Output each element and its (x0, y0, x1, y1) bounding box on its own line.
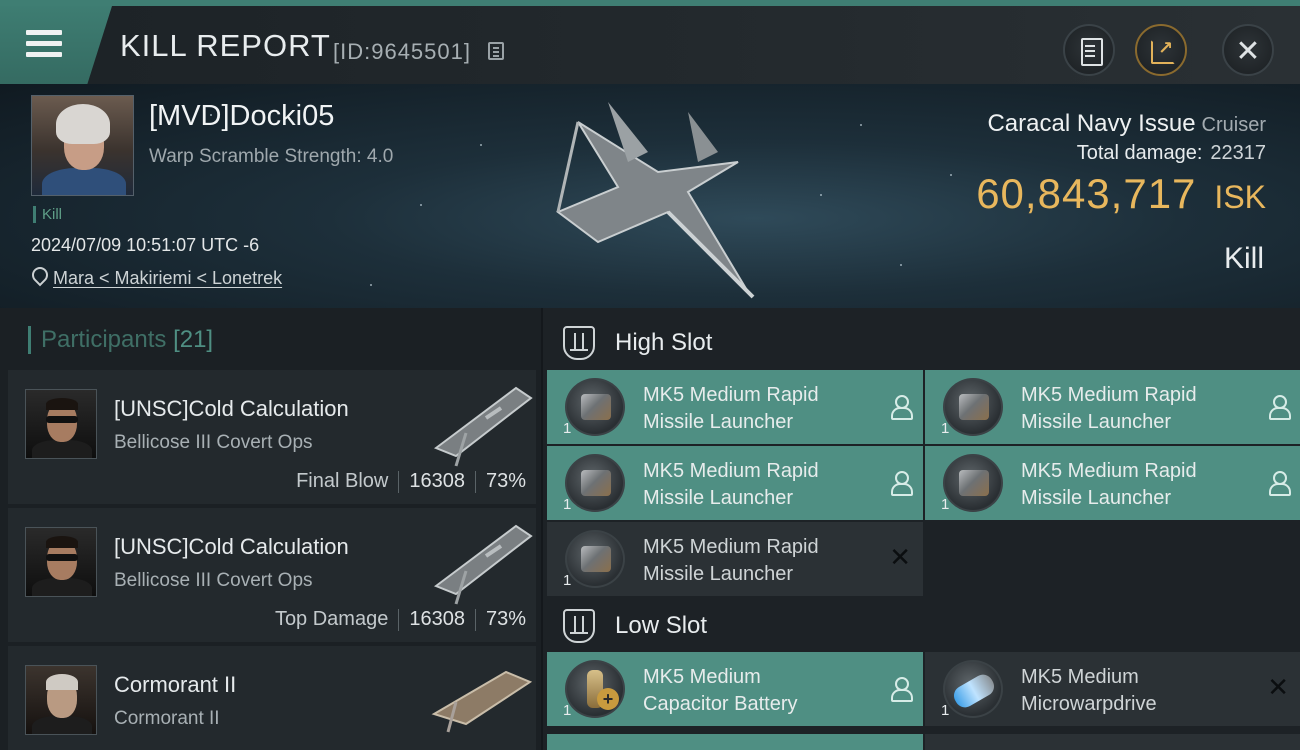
module-quantity: 1 (941, 496, 950, 513)
participants-panel: Participants [21] [UNSC]Cold Calculation… (0, 308, 541, 750)
module-item[interactable]: 1 MK5 Medium Rapid Missile Launcher ✕ (547, 522, 923, 596)
capacitor-battery-icon (565, 660, 625, 718)
x-icon: ✕ (1267, 672, 1289, 702)
participant-percent: 73% (485, 608, 526, 630)
isk-value: 60,843,717 ISK (976, 170, 1266, 218)
ship-title: Caracal Navy Issue Cruiser (987, 110, 1266, 138)
participant-avatar (25, 665, 97, 735)
participant-avatar (25, 389, 97, 459)
person-icon (1269, 471, 1291, 496)
person-icon (891, 395, 913, 420)
module-name: MK5 Medium Rapid Missile Launcher (643, 384, 819, 433)
participant-card[interactable]: [UNSC]Cold Calculation Bellicose III Cov… (8, 370, 536, 504)
fitting-panel: High Slot 1 MK5 Medium Rapid Missile Laun… (541, 308, 1300, 750)
location-link[interactable]: Mara < Makiriemi < Lonetrek (53, 268, 282, 289)
victim-avatar[interactable] (31, 95, 134, 196)
module-item[interactable]: 1 MK5 MediumCapacitor Battery (547, 652, 923, 726)
module-name: MK5 Medium Rapid Missile Launcher (1021, 460, 1197, 509)
module-name: MK5 Medium Microwarpdrive (1021, 666, 1157, 715)
location-pin-icon (31, 267, 45, 285)
participant-damage: 16308 (409, 608, 465, 630)
total-damage-value: 22317 (1210, 142, 1266, 164)
person-icon (891, 677, 913, 702)
participant-ship-render (433, 386, 533, 467)
module-quantity: 1 (563, 572, 572, 589)
participant-stats: Final Blow 16308 73% (296, 470, 526, 493)
ship-name[interactable]: Caracal Navy Issue (987, 110, 1195, 137)
module-name: MK5 Medium Rapid Missile Launcher (643, 460, 819, 509)
participant-damage: 16308 (409, 470, 465, 492)
module-quantity: 1 (941, 702, 950, 719)
module-quantity: 1 (563, 420, 572, 437)
isk-amount: 60,843,717 (976, 170, 1197, 217)
notes-icon[interactable] (1063, 24, 1115, 76)
isk-currency: ISK (1214, 179, 1266, 215)
page-title: KILL REPORT (120, 28, 331, 63)
x-icon: ✕ (889, 542, 911, 572)
missile-launcher-icon (943, 454, 1003, 512)
participant-name: [UNSC]Cold Calculation (114, 396, 349, 421)
victim-panel: [MVD]Docki05 Warp Scramble Strength: 4.0… (0, 84, 1300, 308)
total-damage-label: Total damage: (1076, 142, 1203, 164)
victim-name[interactable]: [MVD]Docki05 (149, 100, 334, 133)
person-icon (891, 471, 913, 496)
person-icon (1269, 395, 1291, 420)
module-name: MK5 Medium Rapid Missile Launcher (643, 536, 819, 585)
ship-class: Cruiser (1201, 114, 1266, 136)
module-quantity: 1 (941, 420, 950, 437)
header-bar: KILL REPORT [ID:9645501] ↗ ✕ (0, 0, 1300, 84)
copy-icon[interactable] (488, 42, 504, 60)
low-slot-header: Low Slot (563, 606, 707, 646)
missile-launcher-icon (565, 378, 625, 436)
high-slot-label: High Slot (615, 329, 713, 356)
ship-render (556, 102, 755, 299)
close-icon[interactable]: ✕ (1222, 24, 1274, 76)
module-item-partial[interactable] (547, 734, 923, 750)
participants-count: [21] (173, 326, 214, 353)
high-slot-header: High Slot (563, 323, 712, 363)
participants-label: Participants (41, 326, 167, 353)
participant-name: [UNSC]Cold Calculation (114, 534, 349, 559)
slot-icon (563, 609, 595, 643)
participant-name: Cormorant II (114, 672, 237, 697)
module-item[interactable]: 1 MK5 Medium Rapid Missile Launcher (547, 446, 923, 520)
participant-ship: Bellicose III Covert Ops (114, 570, 313, 591)
module-quantity: 1 (563, 702, 572, 719)
participant-ship-render (433, 524, 533, 605)
participant-ship: Bellicose III Covert Ops (114, 432, 313, 453)
participants-header[interactable]: Participants [21] (28, 326, 213, 354)
low-slot-label: Low Slot (615, 612, 708, 639)
warp-scramble-strength: Warp Scramble Strength: 4.0 (149, 146, 394, 167)
kill-tag: Kill (33, 206, 62, 223)
kill-result: Kill (1223, 242, 1264, 275)
module-name: MK5 Medium Rapid Missile Launcher (1021, 384, 1197, 433)
microwarpdrive-icon (943, 660, 1003, 718)
participant-stats: Top Damage 16308 73% (275, 608, 526, 631)
menu-icon (26, 30, 62, 58)
report-id: [ID:9645501] (333, 39, 471, 64)
share-icon[interactable]: ↗ (1135, 24, 1187, 76)
module-item[interactable]: 1 MK5 Medium Rapid Missile Launcher (547, 370, 923, 444)
kill-datetime: 2024/07/09 10:51:07 UTC -6 (31, 235, 260, 255)
module-name: MK5 Medium Capacitor Battery (643, 666, 798, 715)
participant-ship-render (431, 670, 533, 733)
participant-role: Final Blow (296, 470, 389, 492)
module-item[interactable]: 1 MK5 Medium Rapid Missile Launcher (925, 446, 1300, 520)
total-damage: Total damage: 22317 (1077, 142, 1266, 165)
missile-launcher-icon (565, 454, 625, 512)
missile-launcher-icon (565, 530, 625, 588)
participant-avatar (25, 527, 97, 597)
menu-button[interactable] (0, 6, 112, 84)
module-item-partial[interactable] (925, 734, 1300, 750)
missile-launcher-icon (943, 378, 1003, 436)
module-item[interactable]: 1 MK5 Medium Rapid Missile Launcher (925, 370, 1300, 444)
module-item[interactable]: 1 MK5 Medium Microwarpdrive ✕ (925, 652, 1300, 726)
participant-card[interactable]: Cormorant II Cormorant II (8, 646, 536, 750)
participant-role: Top Damage (274, 608, 389, 630)
slot-icon (563, 326, 595, 360)
participant-ship: Cormorant II (114, 708, 220, 729)
module-quantity: 1 (563, 496, 572, 513)
participant-card[interactable]: [UNSC]Cold Calculation Bellicose III Cov… (8, 508, 536, 642)
participant-percent: 73% (485, 470, 526, 492)
